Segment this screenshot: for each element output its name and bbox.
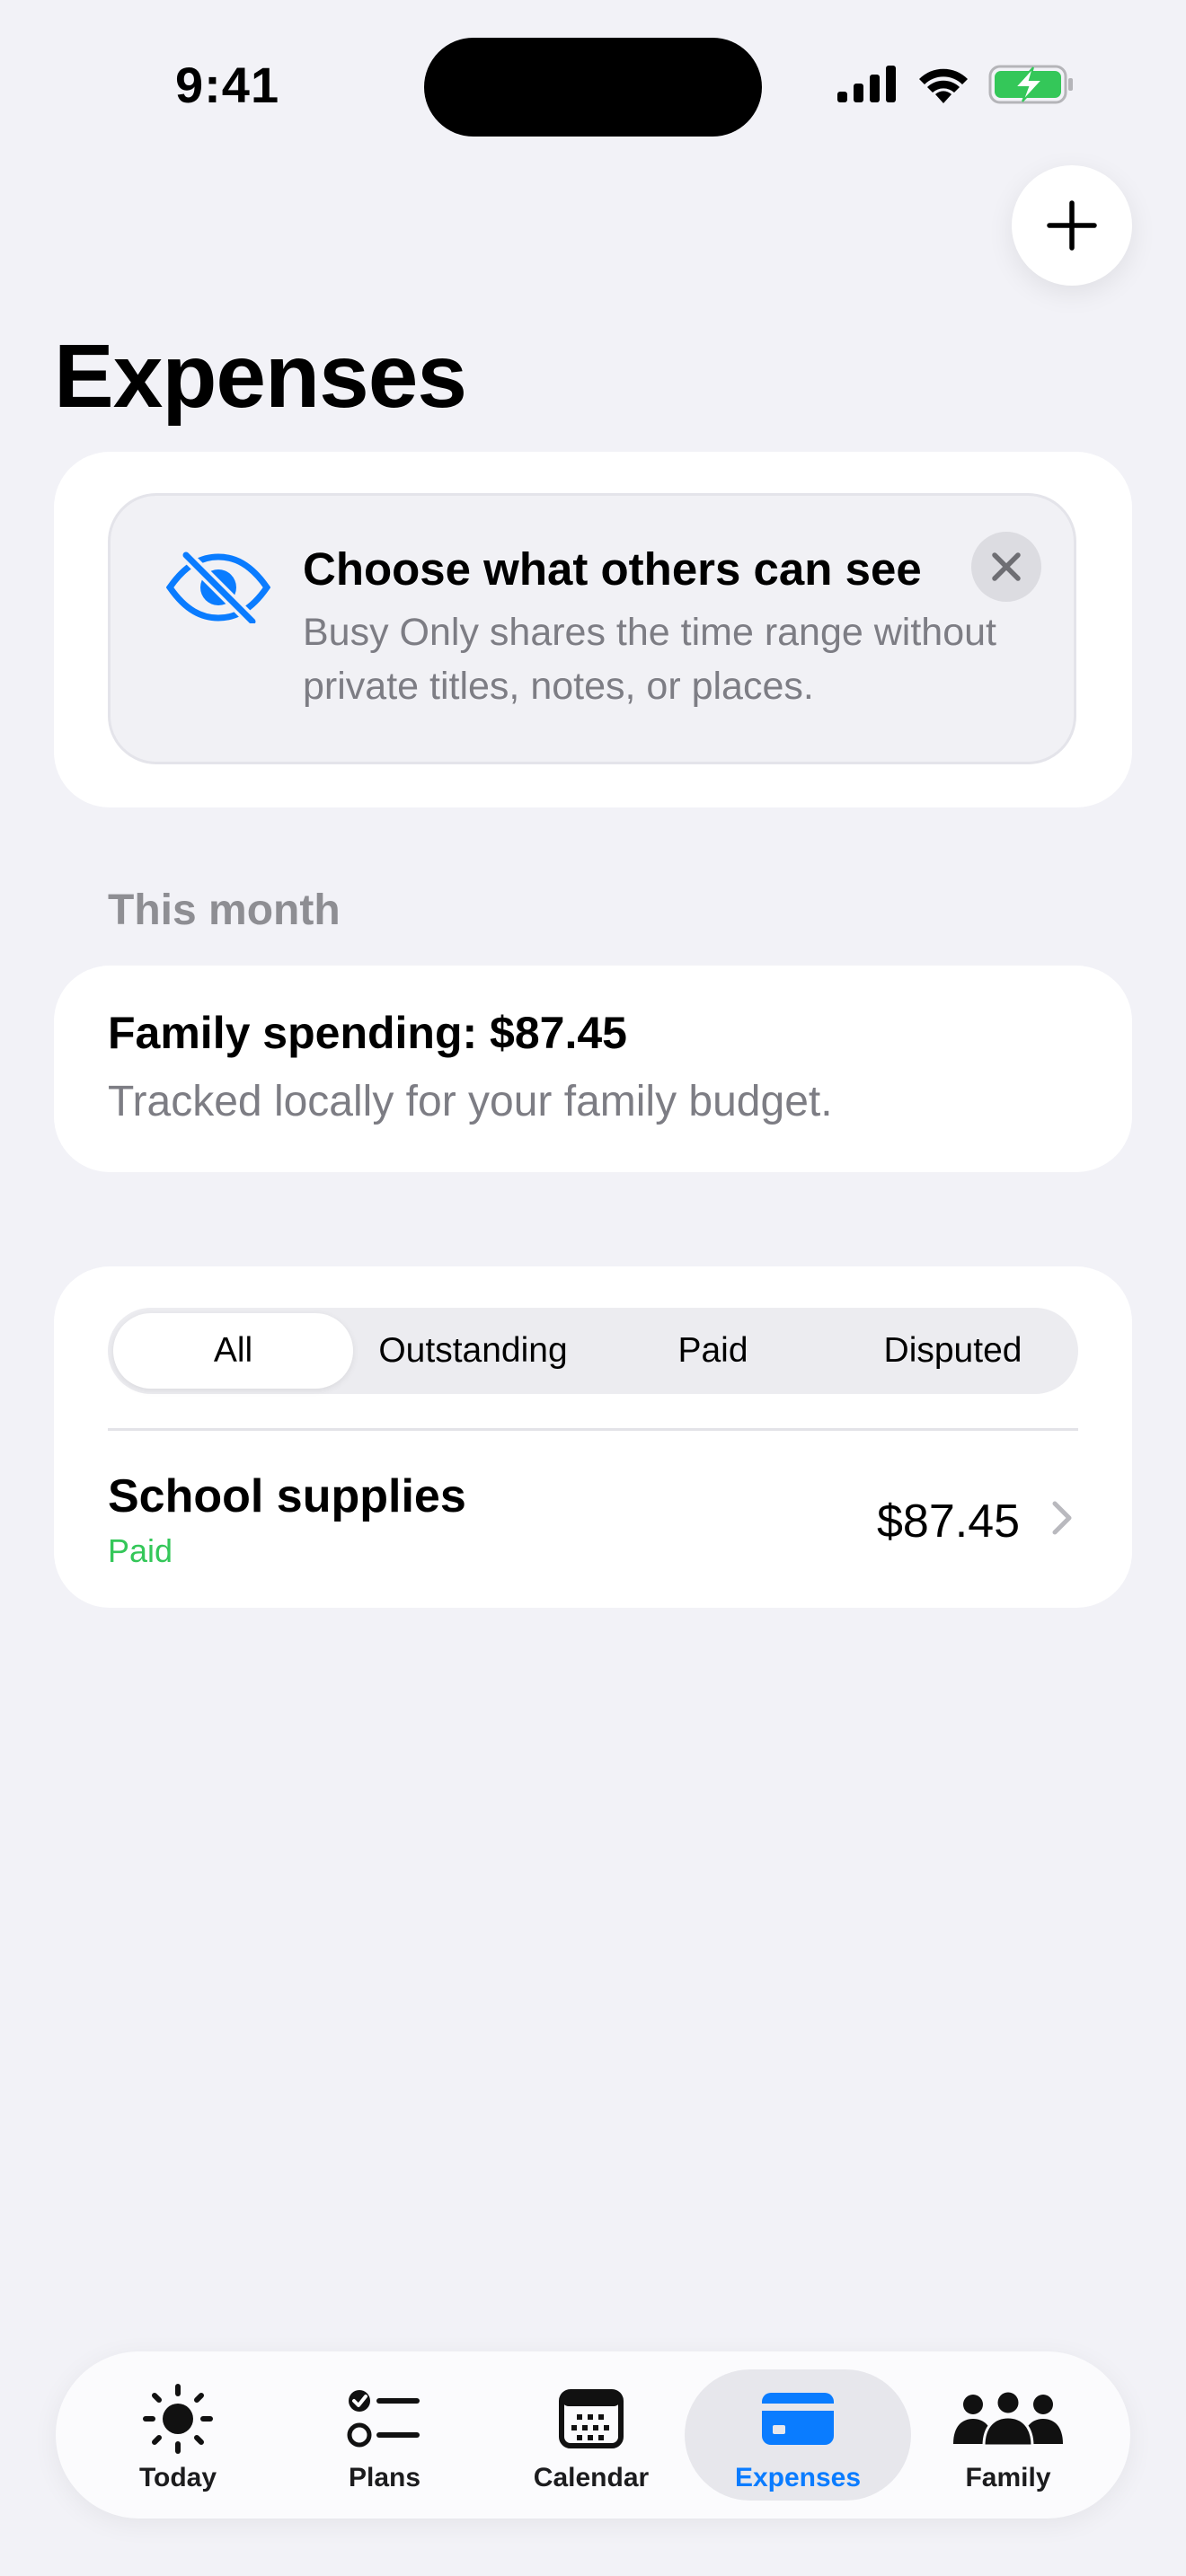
tab-today[interactable]: Today — [74, 2369, 282, 2501]
eye-slash-icon — [165, 549, 271, 628]
page-title: Expenses — [54, 326, 467, 427]
privacy-tip-banner: Choose what others can see Busy Only sha… — [108, 493, 1076, 764]
close-icon — [992, 552, 1021, 581]
privacy-tip-text: Busy Only shares the time range without … — [303, 611, 996, 708]
expense-row[interactable]: School supplies Paid $87.45 — [54, 1437, 1132, 1590]
people-icon — [953, 2390, 1063, 2448]
tab-bar: Today Plans Calendar Expenses Family — [56, 2351, 1130, 2519]
status-time: 9:41 — [175, 57, 280, 113]
filter-all[interactable]: All — [113, 1313, 353, 1389]
add-expense-button[interactable] — [1012, 165, 1132, 286]
spending-total: Family spending: $87.45 — [108, 1008, 627, 1058]
privacy-tip-title: Choose what others can see — [303, 543, 922, 595]
tab-family[interactable]: Family — [904, 2369, 1112, 2501]
tab-label: Plans — [348, 2463, 421, 2492]
divider — [108, 1428, 1078, 1431]
status-icons — [836, 59, 1075, 110]
calendar-icon — [559, 2389, 624, 2448]
plus-icon — [1047, 200, 1097, 251]
credit-card-icon — [762, 2393, 834, 2445]
filter-disputed[interactable]: Disputed — [833, 1313, 1073, 1389]
tab-plans[interactable]: Plans — [280, 2369, 489, 2501]
tab-label: Family — [965, 2463, 1051, 2492]
expense-status: Paid — [108, 1532, 173, 1569]
spending-summary-card: Family spending: $87.45 Tracked locally … — [54, 966, 1132, 1172]
tab-label: Expenses — [734, 2463, 862, 2492]
expenses-list-card: All Outstanding Paid Disputed School sup… — [54, 1266, 1132, 1608]
battery-charging-icon — [988, 65, 1073, 104]
privacy-tip-card: Choose what others can see Busy Only sha… — [54, 452, 1132, 807]
status-filter: All Outstanding Paid Disputed — [108, 1308, 1078, 1394]
checklist-icon — [347, 2390, 420, 2448]
section-label-this-month: This month — [108, 887, 341, 934]
wifi-icon — [919, 68, 968, 103]
filter-outstanding[interactable]: Outstanding — [353, 1313, 593, 1389]
filter-paid[interactable]: Paid — [593, 1313, 833, 1389]
expense-title: School supplies — [108, 1470, 466, 1522]
dynamic-island — [424, 38, 762, 137]
cellular-signal-icon — [837, 66, 896, 102]
tab-expenses[interactable]: Expenses — [685, 2369, 911, 2501]
close-tip-button[interactable] — [971, 532, 1041, 602]
chevron-right-icon — [1052, 1501, 1072, 1535]
spending-subtitle: Tracked locally for your family budget. — [108, 1078, 833, 1125]
expense-amount: $87.45 — [877, 1495, 1021, 1548]
tab-calendar[interactable]: Calendar — [487, 2369, 695, 2501]
tab-label: Today — [138, 2463, 217, 2492]
tab-label: Calendar — [533, 2463, 650, 2492]
sun-icon — [143, 2384, 213, 2454]
